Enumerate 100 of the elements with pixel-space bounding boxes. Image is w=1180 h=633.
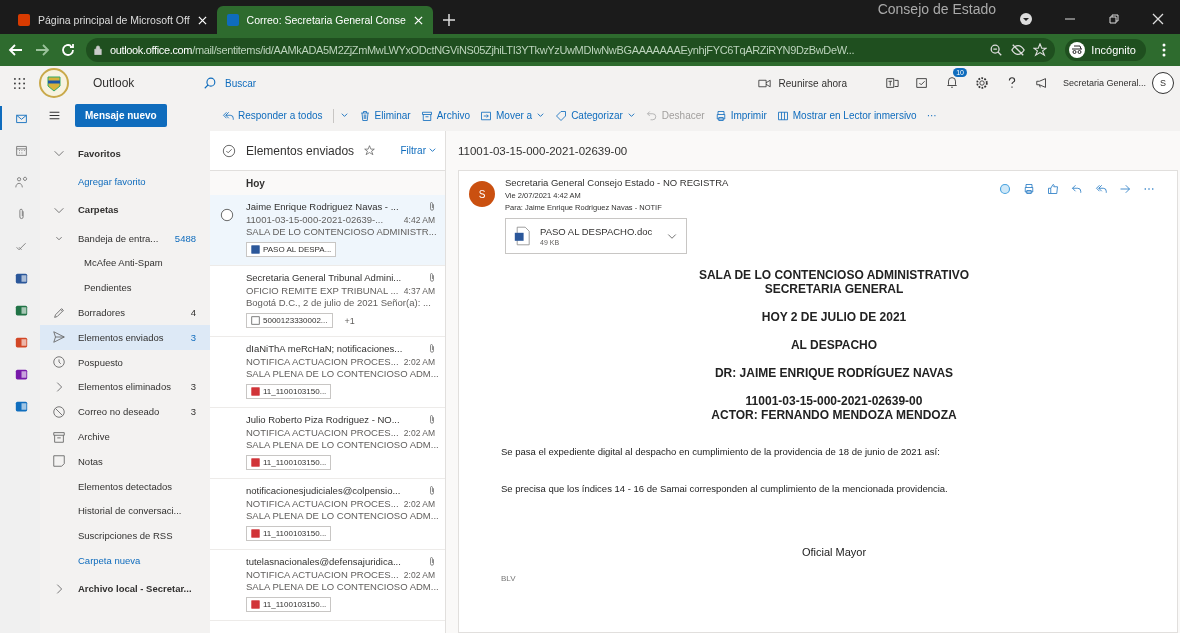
- folder-item[interactable]: Suscripciones de RSS: [40, 523, 210, 549]
- attachment-chip[interactable]: 5000123330002...: [246, 313, 333, 328]
- folder-item[interactable]: Correo no deseado 3: [40, 399, 210, 425]
- folder-item[interactable]: Favoritos: [40, 137, 210, 169]
- bell-icon[interactable]: [944, 75, 959, 89]
- pdf-file-icon: [251, 529, 260, 538]
- toolbar-button[interactable]: Mover a: [480, 109, 546, 122]
- reply-all-icon[interactable]: [1095, 183, 1107, 195]
- profile-dot-icon[interactable]: [1020, 13, 1032, 25]
- clock-icon: [52, 355, 66, 370]
- document-heading: HOY 2 DE JULIO DE 2021: [760, 310, 908, 324]
- archive-icon: [420, 109, 433, 122]
- message-item[interactable]: Jaime Enrique Rodriguez Navas - ... 11001-03-15-000-2021-02639-... 4:42 AM SALA DE LO CONTENCIOSO ADMINISTR... PASO AL DESPA...: [210, 195, 445, 266]
- lock-icon[interactable]: [94, 45, 102, 55]
- folder-item[interactable]: Elementos enviados 3: [40, 325, 210, 350]
- toolbar-button[interactable]: Eliminar: [358, 109, 411, 122]
- attachment-chip[interactable]: 11_1100103150...: [246, 597, 332, 612]
- folder-item[interactable]: Pospuesto: [40, 349, 210, 375]
- message-item[interactable]: tutelasnacionales@defensajuridica... NOTIFICA ACTUACION PROCES... 2:02 AM SALA PLENA DE LO CONTENCIOSO ADM... 11_1100103150...: [210, 550, 445, 621]
- office-app-icon: [18, 14, 30, 26]
- pdf-file-icon: [251, 458, 260, 467]
- toolbar-button[interactable]: ···: [926, 110, 937, 121]
- folder-item[interactable]: Archivo local - Secretar...: [40, 572, 210, 605]
- print-icon[interactable]: [1023, 183, 1035, 195]
- toolbar-button[interactable]: Mostrar en Lector inmersivo: [776, 109, 917, 122]
- calendar-check-icon[interactable]: [914, 76, 929, 90]
- meet-now-button[interactable]: Reunirse ahora: [751, 75, 853, 91]
- attachment-chip[interactable]: 11_1100103150...: [246, 526, 332, 541]
- document-heading: ACTOR: FERNANDO MENDOZA MENDOZA: [710, 408, 958, 422]
- list-title: Elementos enviados: [246, 143, 355, 158]
- folder-item[interactable]: Historial de conversaci...: [40, 498, 210, 524]
- toolbar-button[interactable]: Archivo: [420, 109, 470, 122]
- select-all-icon[interactable]: [222, 143, 236, 158]
- toolbar-button[interactable]: Responder a todos: [222, 108, 349, 123]
- chevron-down-icon[interactable]: [339, 111, 349, 120]
- email-subject: 11001-03-15-000-2021-02639-00: [458, 143, 629, 159]
- folder-item[interactable]: Elementos eliminados 3: [40, 374, 210, 400]
- folder-item[interactable]: McAfee Anti-Spam: [40, 250, 210, 276]
- browser-tab[interactable]: Correo: Secretaria General Conse: [216, 6, 433, 34]
- toolbar-button[interactable]: Imprimir: [714, 109, 767, 122]
- search-field[interactable]: Buscar: [225, 75, 425, 91]
- forward-icon[interactable]: [34, 42, 50, 58]
- eye-off-icon[interactable]: [1011, 43, 1026, 57]
- reload-icon[interactable]: [60, 42, 76, 58]
- folder-item[interactable]: Agregar favorito: [40, 169, 210, 194]
- folder-item[interactable]: Borradores 4: [40, 300, 210, 325]
- folder-item[interactable]: Archive: [40, 424, 210, 449]
- word-app-icon: [14, 271, 28, 285]
- folder-item[interactable]: Bandeja de entra... 5488: [40, 225, 210, 251]
- select-circle-icon[interactable]: [220, 208, 234, 222]
- document-heading: 11001-03-15-000-2021-02639-00: [744, 394, 924, 408]
- word-document-icon: [251, 245, 260, 254]
- chevron-down-icon[interactable]: [536, 111, 546, 120]
- close-icon[interactable]: [1152, 13, 1164, 25]
- message-item[interactable]: Julio Roberto Piza Rodriguez - NO... NOTIFICA ACTUACION PROCES... 2:02 AM SALA PLENA DE LO CONTENCIOSO ADM... 11_1100103150...: [210, 408, 445, 479]
- thumbs-up-icon[interactable]: [1047, 183, 1059, 195]
- folder-item[interactable]: Pendientes: [40, 275, 210, 301]
- folder-item[interactable]: Elementos detectados: [40, 473, 210, 499]
- attachment-chip[interactable]: PASO AL DESPA...: [246, 242, 337, 257]
- paperclip-icon: [429, 414, 435, 425]
- new-message-button[interactable]: Mensaje nuevo: [75, 104, 167, 127]
- filter-button[interactable]: Filtrar: [400, 145, 437, 156]
- restore-icon[interactable]: [1108, 13, 1120, 25]
- app-launcher-icon[interactable]: [14, 77, 25, 89]
- document-heading: SALA DE LO CONTENCIOSO ADMINISTRATIVO: [697, 268, 971, 282]
- folder-arrow-icon: [480, 109, 492, 122]
- browser-tab[interactable]: Página principal de Microsoft Off: [8, 6, 217, 34]
- sender-avatar: S: [469, 181, 495, 207]
- new-tab-icon[interactable]: [442, 14, 455, 26]
- message-item[interactable]: dIaNiThA meRcHaN; notificaciones... NOTIFICA ACTUACION PROCES... 2:02 AM SALA PLENA DE LO CONTENCIOSO ADM... 11_1100103150...: [210, 337, 445, 408]
- attachment-chip[interactable]: 11_1100103150...: [246, 455, 332, 470]
- avatar[interactable]: S: [1152, 72, 1174, 94]
- profile-button[interactable]: Incógnito: [1065, 39, 1146, 61]
- menu-icon[interactable]: [48, 109, 61, 122]
- note-icon: [52, 454, 66, 469]
- initials-text: BLV: [501, 574, 517, 583]
- megaphone-icon[interactable]: [1034, 76, 1049, 90]
- account-name[interactable]: Secretaria General...: [1062, 78, 1146, 88]
- folder-item[interactable]: Notas: [40, 448, 210, 474]
- search-icon: [203, 76, 217, 90]
- paperclip-icon: [429, 272, 435, 283]
- attachment-chip[interactable]: 11_1100103150...: [246, 384, 332, 399]
- chevron-down-icon[interactable]: [626, 111, 636, 120]
- folder-item[interactable]: Carpeta nueva: [40, 548, 210, 573]
- signature-text: Oficial Mayor: [800, 546, 868, 558]
- document-heading: DR: JAIME ENRIQUE RODRÍGUEZ NAVAS: [713, 366, 955, 380]
- blocked-icon: [52, 404, 66, 419]
- star-icon[interactable]: [364, 145, 376, 156]
- zoom-icon[interactable]: [989, 43, 1004, 57]
- document-heading: AL DESPACHO: [789, 338, 879, 352]
- back-icon[interactable]: [8, 42, 24, 58]
- settings-icon[interactable]: [974, 76, 989, 90]
- folder-item[interactable]: Carpetas: [40, 193, 210, 226]
- toolbar-button[interactable]: Categorizar: [555, 109, 636, 122]
- message-item[interactable]: notificacionesjudiciales@colpensio... NOTIFICA ACTUACION PROCES... 2:02 AM SALA PLENA DE LO CONTENCIOSO ADM... 11_1100103150...: [210, 479, 445, 550]
- teams-icon[interactable]: [884, 76, 899, 90]
- archive-icon: [52, 429, 66, 444]
- body-paragraph: Se pasa el expediente digital al despacho en cumplimiento de la providencia de 18 de junio de 2021 así:: [501, 446, 941, 457]
- reply-icon[interactable]: [1071, 183, 1083, 195]
- message-item[interactable]: Secretaria General Tribunal Admini... OFICIO REMITE EXP TRIBUNAL ... 4:37 AM Bogotá D.C., 2 de julio de 2021 Señor(a): ... 5000123330002... +1: [210, 266, 445, 337]
